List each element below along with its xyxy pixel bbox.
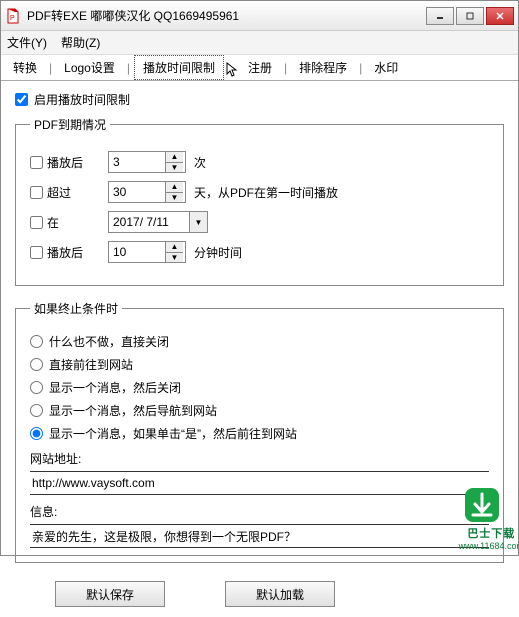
window-title: PDF转EXE 嘟嘟侠汉化 QQ1669495961: [27, 7, 426, 24]
download-arrow-icon: [459, 482, 505, 528]
expiry-legend: PDF到期情况: [30, 116, 110, 133]
expiry-at-datepicker: ▼: [108, 211, 208, 233]
terminate-legend: 如果终止条件时: [30, 300, 122, 317]
spin-down-icon[interactable]: ▼: [166, 163, 183, 173]
terminate-option-0: 什么也不做，直接关闭: [30, 333, 489, 350]
tab-watermark[interactable]: 水印: [366, 56, 406, 79]
app-window: P PDF转EXE 嘟嘟侠汉化 QQ1669495961 文件(Y) 帮助(Z)…: [0, 0, 519, 556]
terminate-option-3: 显示一个消息，然后导航到网站: [30, 402, 489, 419]
close-button[interactable]: [486, 7, 514, 25]
minimize-button[interactable]: [426, 7, 454, 25]
terminate-radio-0[interactable]: [30, 335, 43, 348]
expiry-group: PDF到期情况 播放后 ▲ ▼ 次 超过: [15, 116, 504, 286]
expiry-over-row: 超过 ▲ ▼ 天，从PDF在第一时间播放: [30, 181, 489, 203]
tabstrip: 转换 | Logo设置 | 播放时间限制 注册 | 排除程序 | 水印: [1, 55, 518, 81]
spin-up-icon[interactable]: ▲: [166, 152, 183, 163]
app-icon: P: [5, 8, 21, 24]
default-load-button[interactable]: 默认加载: [225, 581, 335, 607]
tab-logo-settings[interactable]: Logo设置: [56, 56, 123, 79]
terminate-label-2: 显示一个消息，然后关闭: [49, 379, 181, 396]
terminate-option-4: 显示一个消息，如果单击“是”，然后前往到网站: [30, 425, 489, 442]
menu-help[interactable]: 帮助(Z): [61, 34, 100, 51]
spin-up-icon[interactable]: ▲: [166, 182, 183, 193]
terminate-label-0: 什么也不做，直接关闭: [49, 333, 169, 350]
tab-separator: |: [357, 61, 364, 75]
tab-time-limit[interactable]: 播放时间限制: [134, 55, 224, 80]
enable-time-limit-label: 启用播放时间限制: [34, 91, 130, 108]
window-buttons: [426, 7, 514, 25]
terminate-option-2: 显示一个消息，然后关闭: [30, 379, 489, 396]
url-label: 网站地址:: [30, 450, 489, 467]
default-save-button[interactable]: 默认保存: [55, 581, 165, 607]
expiry-over-label: 超过: [47, 184, 71, 201]
expiry-over-spinner: ▲ ▼: [108, 181, 186, 203]
tab-register[interactable]: 注册: [240, 56, 280, 79]
expiry-after-play-spinner: ▲ ▼: [108, 151, 186, 173]
expiry-after-play2-row: 播放后 ▲ ▼ 分钟时间: [30, 241, 489, 263]
terminate-group: 如果终止条件时 什么也不做，直接关闭 直接前往到网站 显示一个消息，然后关闭 显…: [15, 300, 504, 563]
tab-separator: |: [282, 61, 289, 75]
terminate-radio-3[interactable]: [30, 404, 43, 417]
chevron-down-icon[interactable]: ▼: [189, 212, 207, 232]
button-row: 默认保存 默认加载: [15, 577, 504, 611]
minimize-icon: [435, 11, 445, 21]
titlebar: P PDF转EXE 嘟嘟侠汉化 QQ1669495961: [1, 1, 518, 31]
terminate-radio-4[interactable]: [30, 427, 43, 440]
maximize-button[interactable]: [456, 7, 484, 25]
watermark-text: 巴士下载: [459, 525, 519, 541]
spin-up-icon[interactable]: ▲: [166, 242, 183, 253]
expiry-after-play-input[interactable]: [109, 152, 165, 172]
enable-time-limit-row: 启用播放时间限制: [15, 91, 504, 108]
enable-time-limit-checkbox[interactable]: [15, 93, 28, 106]
tab-separator: |: [47, 61, 54, 75]
expiry-after-play-label: 播放后: [47, 154, 83, 171]
expiry-after-play-suffix: 次: [194, 154, 206, 171]
expiry-after-play2-label: 播放后: [47, 244, 83, 261]
site-watermark: 巴士下载 www.11684.com: [459, 482, 519, 551]
tab-convert[interactable]: 转换: [5, 56, 45, 79]
expiry-at-checkbox[interactable]: [30, 216, 43, 229]
terminate-label-4: 显示一个消息，如果单击“是”，然后前往到网站: [49, 425, 297, 442]
expiry-after-play2-checkbox[interactable]: [30, 246, 43, 259]
expiry-at-input[interactable]: [109, 212, 189, 232]
expiry-over-checkbox[interactable]: [30, 186, 43, 199]
terminate-radio-2[interactable]: [30, 381, 43, 394]
terminate-radio-1[interactable]: [30, 358, 43, 371]
expiry-at-label: 在: [47, 214, 59, 231]
maximize-icon: [465, 11, 475, 21]
expiry-after-play-row: 播放后 ▲ ▼ 次: [30, 151, 489, 173]
expiry-after-play2-suffix: 分钟时间: [194, 244, 242, 261]
menubar: 文件(Y) 帮助(Z): [1, 31, 518, 55]
expiry-after-play2-spinner: ▲ ▼: [108, 241, 186, 263]
mouse-cursor-icon: [226, 62, 238, 78]
expiry-after-play-checkbox[interactable]: [30, 156, 43, 169]
expiry-over-input[interactable]: [109, 182, 165, 202]
message-input[interactable]: [30, 524, 489, 548]
spin-down-icon[interactable]: ▼: [166, 193, 183, 203]
terminate-option-1: 直接前往到网站: [30, 356, 489, 373]
close-icon: [495, 11, 505, 21]
tab-content: 启用播放时间限制 PDF到期情况 播放后 ▲ ▼ 次: [1, 81, 518, 617]
expiry-after-play2-input[interactable]: [109, 242, 165, 262]
expiry-at-row: 在 ▼: [30, 211, 489, 233]
watermark-url: www.11684.com: [459, 541, 519, 551]
url-input[interactable]: [30, 471, 489, 495]
terminate-label-3: 显示一个消息，然后导航到网站: [49, 402, 217, 419]
spin-down-icon[interactable]: ▼: [166, 253, 183, 263]
message-label: 信息:: [30, 503, 489, 520]
tab-separator: |: [125, 61, 132, 75]
svg-text:P: P: [10, 15, 15, 22]
terminate-label-1: 直接前往到网站: [49, 356, 133, 373]
expiry-over-suffix: 天，从PDF在第一时间播放: [194, 184, 338, 201]
menu-file[interactable]: 文件(Y): [7, 34, 47, 51]
tab-exclude[interactable]: 排除程序: [291, 56, 355, 79]
